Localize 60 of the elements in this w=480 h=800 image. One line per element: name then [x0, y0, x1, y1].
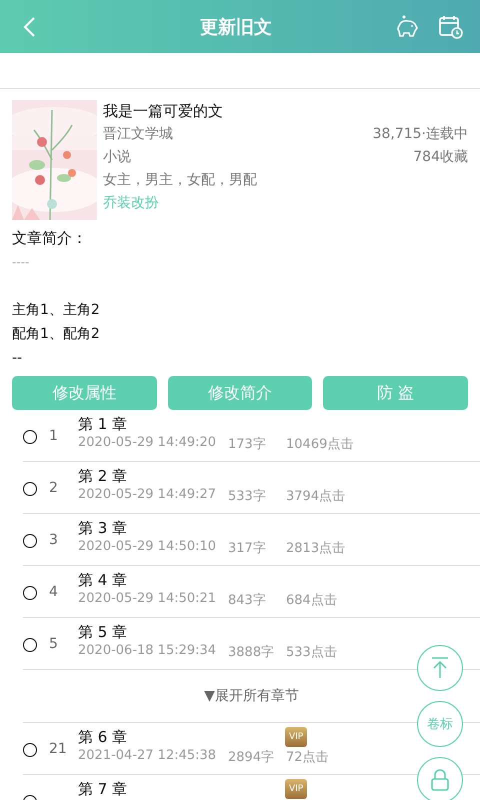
chapter-number: 4	[49, 584, 58, 600]
chapter-row[interactable]: 4 第 4 章 2020-05-29 14:50:21 843字 684点击	[23, 566, 480, 618]
radio-button[interactable]	[23, 430, 37, 444]
chapter-title: 第 7 章	[78, 780, 128, 798]
click-count: 72点击	[286, 749, 329, 766]
word-count: 3888字	[228, 644, 276, 661]
page-title: 更新旧文	[199, 16, 273, 38]
chapter-title: 第 3 章	[78, 519, 128, 537]
chapter-time: 2020-05-29 14:49:27	[78, 487, 218, 504]
chapter-time: 2021-04-27 12:45:38	[78, 748, 218, 765]
chapter-time: 2020-05-29 14:49:20	[78, 435, 218, 452]
word-count: 173字	[228, 436, 267, 453]
piggy-bank-icon[interactable]	[394, 14, 420, 40]
favorites-count: 784收藏	[413, 148, 468, 167]
intro-text: 配角1、配角2	[12, 325, 101, 344]
chapter-row[interactable]: 1 第 1 章 2020-05-29 14:49:20 173字 10469点击	[23, 410, 480, 462]
word-count: 2894字	[228, 749, 276, 766]
chapter-time: 2020-05-29 14:50:10	[78, 539, 218, 556]
chapter-time: 2020-06-18 15:29:34	[78, 643, 218, 660]
radio-button[interactable]	[23, 482, 37, 496]
word-count: 317字	[228, 540, 267, 557]
book-stats: 38,715·连载中	[372, 125, 468, 144]
chapter-row[interactable]: 3 第 3 章 2020-05-29 14:50:10 317字 2813点击	[23, 514, 480, 566]
chapter-number: 2	[49, 480, 58, 496]
click-count: 684点击	[286, 592, 337, 609]
word-count: 533字	[228, 488, 267, 505]
radio-button[interactable]	[23, 586, 37, 600]
radio-button[interactable]	[23, 638, 37, 652]
vip-badge: VIP	[285, 779, 308, 799]
chapter-title: 第 4 章	[78, 571, 128, 589]
site-name: 晋江文学城	[103, 125, 173, 144]
chapter-title: 第 2 章	[78, 467, 128, 485]
click-count: 10469点击	[286, 436, 354, 453]
expand-all-link[interactable]: ▼展开所有章节	[204, 687, 299, 705]
chapter-number: 21	[49, 741, 67, 757]
chapter-title: 第 6 章	[78, 728, 128, 746]
click-count: 2813点击	[286, 540, 346, 557]
chapter-title: 第 1 章	[78, 415, 128, 433]
lock-icon	[430, 769, 450, 791]
chapter-time: 2020-05-29 14:50:21	[78, 591, 218, 608]
click-count: 533点击	[286, 644, 337, 661]
intro-text: --	[12, 349, 24, 368]
radio-button[interactable]	[23, 743, 37, 757]
book-title: 我是一篇可爱的文	[103, 101, 224, 122]
arrow-up-icon	[431, 657, 449, 679]
chapter-number: 1	[49, 428, 58, 444]
calendar-clock-icon[interactable]	[438, 14, 464, 40]
vip-badge: VIP	[285, 727, 308, 747]
intro-divider-text: ----	[12, 254, 30, 271]
genre-text: 小说	[103, 148, 131, 167]
word-count: 843字	[228, 592, 267, 609]
roles-text: 女主，男主，女配，男配	[103, 171, 257, 190]
chapter-number: 3	[49, 532, 58, 548]
click-count: 3794点击	[286, 488, 346, 505]
intro-label: 文章简介：	[12, 228, 88, 249]
radio-button[interactable]	[23, 534, 37, 548]
intro-text: 主角1、主角2	[12, 301, 101, 320]
chapter-number: 5	[49, 636, 58, 652]
chapter-row[interactable]: 2 第 2 章 2020-05-29 14:49:27 533字 3794点击	[23, 462, 480, 514]
chapter-title: 第 5 章	[78, 623, 128, 641]
